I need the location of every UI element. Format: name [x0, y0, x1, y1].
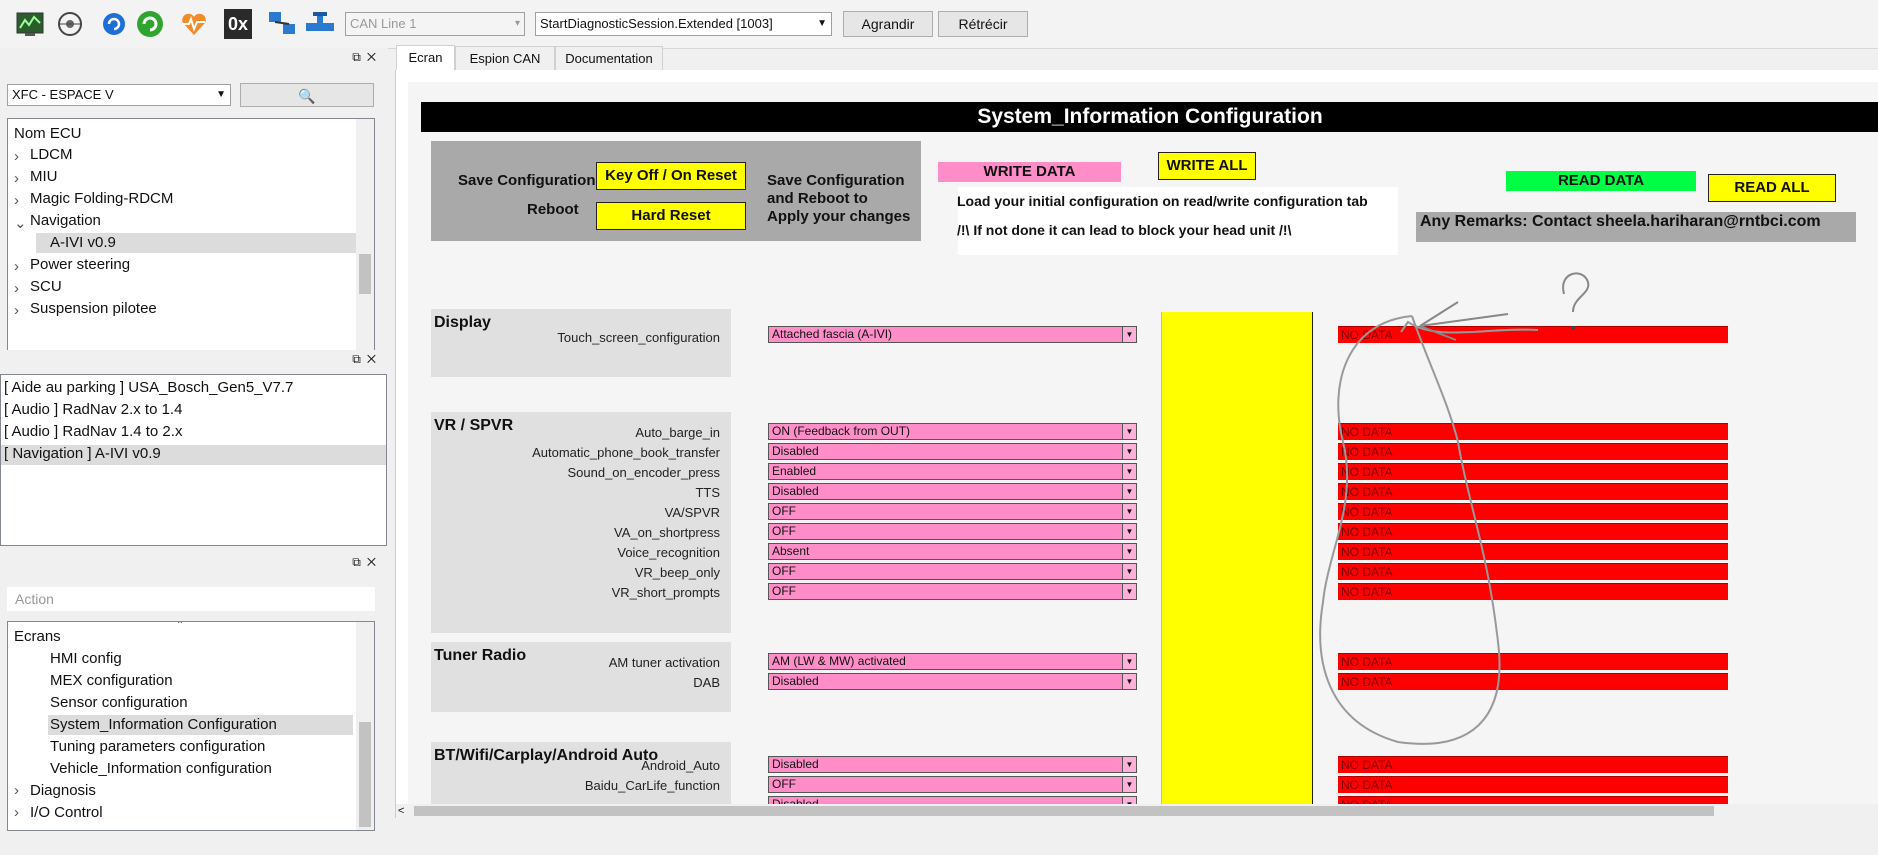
tab-documentation[interactable]: Documentation	[555, 46, 663, 70]
action-tree-item[interactable]: MEX configuration	[50, 672, 173, 689]
action-filter-input[interactable]: Action	[7, 587, 375, 611]
scrollbar[interactable]	[356, 119, 374, 378]
ecu-tree-item[interactable]: MIU	[30, 168, 58, 185]
tab-espion-can[interactable]: Espion CAN	[455, 46, 555, 70]
chevron-right-icon[interactable]: ›	[14, 804, 19, 821]
shrink-button[interactable]: Rétrécir	[938, 11, 1028, 37]
tree-root[interactable]: Ecrans	[14, 628, 61, 645]
h-scrollbar[interactable]: <	[396, 804, 1878, 818]
recent-item-label: [ Navigation ] A-IVI v0.9	[4, 445, 161, 462]
chevron-right-icon[interactable]: ›	[14, 258, 19, 275]
scroll-thumb[interactable]	[414, 806, 1714, 816]
chevron-down-icon[interactable]: ⌄	[14, 214, 27, 232]
recent-panel: ⧉✕ [ Aide au parking ] USA_Bosch_Gen5_V7…	[0, 350, 388, 550]
action-tree-item[interactable]: Vehicle_Information configuration	[50, 760, 272, 777]
recent-item-label: [ Aide au parking ] USA_Bosch_Gen5_V7.7	[4, 379, 294, 396]
panel-dock-icon[interactable]: ⧉✕	[352, 50, 382, 65]
action-tree-item[interactable]: Diagnosis	[30, 782, 96, 799]
action-tree: Ecrans ⌃ HMI config MEX configuration Sens…	[7, 621, 375, 831]
annotation-drawing	[1319, 272, 1590, 745]
chevron-right-icon[interactable]: ›	[14, 782, 19, 799]
ecu-tree: Nom ECU › LDCM › MIU › Magic Folding-RDCM ⌄ Nav…	[7, 118, 375, 379]
hex-label: 0x	[227, 13, 249, 34]
action-panel: ⧉✕ Action Ecrans ⌃ HMI config MEX configu…	[0, 553, 388, 833]
recent-item[interactable]: [ Aide au parking ] USA_Bosch_Gen5_V7.7	[1, 379, 386, 399]
panel-dock-icon[interactable]: ⧉✕	[352, 555, 382, 570]
chevron-right-icon[interactable]: ›	[14, 302, 19, 319]
action-tree-item[interactable]: Tuning parameters configuration	[50, 738, 265, 755]
refresh-blue-icon[interactable]	[98, 9, 130, 39]
chevron-down-icon: ▼	[817, 18, 827, 29]
chevron-right-icon[interactable]: ›	[14, 192, 19, 209]
vehicle-value: XFC - ESPACE V	[12, 87, 114, 102]
can-line-select[interactable]: CAN Line 1 ▾	[345, 12, 525, 36]
scroll-up-icon[interactable]: ⌃	[176, 622, 184, 631]
recent-list: [ Aide au parking ] USA_Bosch_Gen5_V7.7 […	[0, 374, 387, 546]
scroll-left-icon[interactable]: <	[398, 805, 404, 817]
globe-gear-icon[interactable]	[54, 9, 86, 39]
sheet: System_Information Configuration Save Co…	[408, 82, 1878, 804]
tree-header: Nom ECU	[14, 125, 82, 142]
chevron-down-icon: ▾	[514, 18, 520, 29]
ecu-tree-item[interactable]: Power steering	[30, 256, 130, 273]
chevron-right-icon[interactable]: ›	[14, 280, 19, 297]
can-line-value: CAN Line 1	[350, 16, 417, 31]
ecu-tree-item[interactable]: SCU	[30, 278, 62, 295]
session-value: StartDiagnosticSession.Extended [1003]	[540, 16, 773, 31]
refresh-green-icon[interactable]	[134, 9, 166, 39]
scrollbar[interactable]	[356, 622, 374, 830]
recent-item-label: [ Audio ] RadNav 1.4 to 2.x	[4, 423, 183, 440]
network-settings-icon[interactable]	[266, 9, 298, 39]
vehicle-select[interactable]: XFC - ESPACE V ▼	[7, 84, 231, 106]
ecu-tree-item[interactable]: Navigation	[30, 212, 101, 229]
ecu-tree-item[interactable]: Magic Folding-RDCM	[30, 190, 173, 207]
ecu-panel: ⧉✕ XFC - ESPACE V ▼ 🔍 Nom ECU › LDCM › MIU › M…	[0, 48, 388, 379]
chevron-down-icon: ▼	[216, 89, 226, 100]
ecu-tree-item[interactable]: A-IVI v0.9	[50, 234, 116, 251]
panel-dock-icon[interactable]: ⧉✕	[352, 352, 382, 367]
pipe-valve-icon[interactable]	[304, 9, 336, 39]
search-icon: 🔍	[298, 88, 316, 104]
action-tree-item[interactable]: System_Information Configuration	[50, 716, 277, 733]
recent-item[interactable]: [ Audio ] RadNav 1.4 to 2.x	[1, 423, 386, 443]
ecu-tree-item[interactable]: LDCM	[30, 146, 73, 163]
content-area: System_Information Configuration Save Co…	[395, 70, 1878, 818]
monitor-chart-icon[interactable]	[14, 9, 46, 39]
chevron-right-icon[interactable]: ›	[14, 148, 19, 165]
grow-button[interactable]: Agrandir	[843, 11, 933, 37]
recent-item-label: [ Audio ] RadNav 2.x to 1.4	[4, 401, 183, 418]
session-select[interactable]: StartDiagnosticSession.Extended [1003] ▼	[535, 12, 832, 36]
chevron-right-icon[interactable]: ›	[14, 170, 19, 187]
action-tree-item[interactable]: Sensor configuration	[50, 694, 188, 711]
toolbar: 0x CAN Line 1 ▾ StartDiagnosticSession.Ex…	[0, 0, 1878, 49]
hex-0x-icon[interactable]: 0x	[224, 9, 252, 39]
recent-item[interactable]: [ Audio ] RadNav 2.x to 1.4	[1, 401, 386, 421]
tab-ecran[interactable]: Ecran	[396, 45, 455, 71]
action-tree-item[interactable]: HMI config	[50, 650, 122, 667]
ecu-tree-item[interactable]: Suspension pilotee	[30, 300, 157, 317]
search-ecu-button[interactable]: 🔍	[240, 83, 374, 107]
action-tree-item[interactable]: I/O Control	[30, 804, 103, 821]
recent-item[interactable]: [ Navigation ] A-IVI v0.9	[1, 445, 386, 465]
heart-pulse-icon[interactable]	[178, 9, 210, 39]
